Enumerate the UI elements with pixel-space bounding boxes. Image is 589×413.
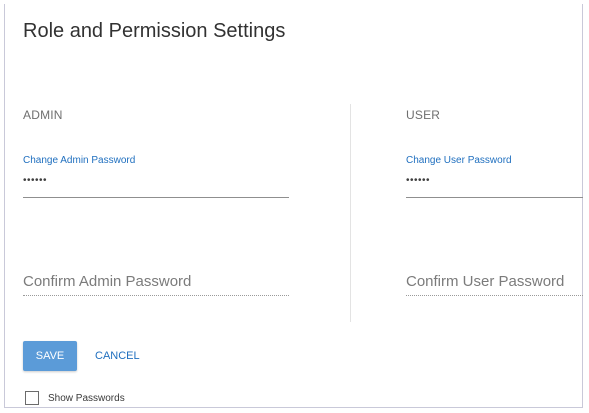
confirm-admin-password-input[interactable] [23,268,289,296]
page-title: Role and Permission Settings [23,20,286,42]
admin-password-field[interactable]: •••••• [23,176,287,190]
admin-section-title: ADMIN [23,108,63,122]
column-divider [350,104,351,322]
user-password-field[interactable]: •••••• [406,176,582,190]
change-admin-password-label: Change Admin Password [23,155,136,166]
user-section-title: USER [406,108,441,122]
settings-panel: Role and Permission Settings ADMIN Chang… [4,4,583,408]
show-passwords-checkbox[interactable] [25,391,39,405]
user-password-underline [406,197,583,198]
cancel-button[interactable]: CANCEL [91,341,144,371]
save-button[interactable]: SAVE [23,341,77,371]
change-user-password-label: Change User Password [406,155,512,166]
confirm-user-password-input[interactable] [406,268,583,296]
show-passwords-label: Show Passwords [48,392,125,404]
admin-password-underline [23,197,289,198]
show-passwords-option[interactable]: Show Passwords [25,391,125,405]
